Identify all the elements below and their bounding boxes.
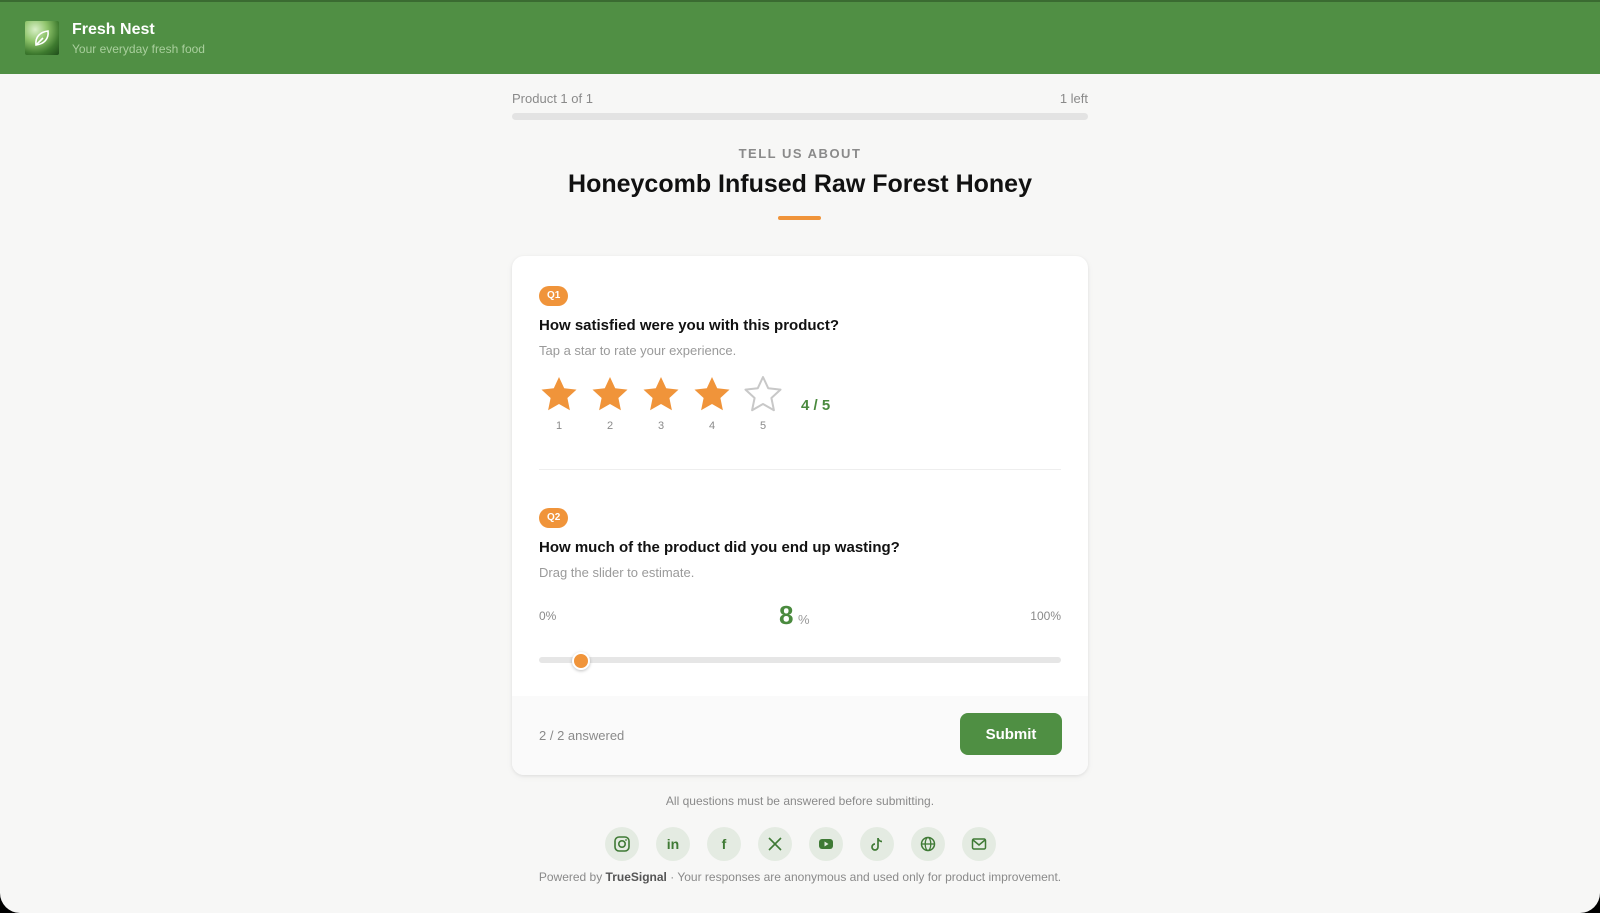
survey-card: Q1 How satisfied were you with this prod…: [512, 256, 1088, 775]
brand-tagline: Your everyday fresh food: [72, 42, 205, 56]
question-badge-q1: Q1: [539, 286, 569, 306]
tiktok-icon[interactable]: [860, 827, 894, 861]
question-hint-q2: Drag the slider to estimate.: [539, 565, 695, 580]
divider: [539, 469, 1061, 470]
top-bar: Fresh Nest Your everyday fresh food: [0, 0, 1600, 74]
star-2-icon[interactable]: [590, 375, 630, 415]
mail-icon[interactable]: [962, 827, 996, 861]
brand-name: Fresh Nest: [72, 21, 155, 38]
waste-slider-thumb[interactable]: [571, 652, 590, 670]
star-4-icon[interactable]: [692, 375, 732, 415]
rating-readout: 4 / 5: [801, 397, 831, 414]
leaf-logo-icon: [25, 21, 59, 55]
powered-brand: TrueSignal: [605, 870, 667, 884]
star-1-label: 1: [555, 420, 563, 432]
powered-by-line: Powered by TrueSignal · Your responses a…: [312, 870, 1288, 884]
x-icon[interactable]: [758, 827, 792, 861]
star-3-label: 3: [657, 420, 665, 432]
question-hint-q1: Tap a star to rate your experience.: [539, 343, 737, 358]
answered-count: 2 / 2 answered: [539, 728, 625, 743]
app-window: Fresh Nest Your everyday fresh food Prod…: [0, 0, 1600, 913]
star-2-label: 2: [606, 420, 614, 432]
title-underline: [778, 216, 821, 220]
question-text-q1: How satisfied were you with this product…: [539, 317, 840, 334]
slider-unit: %: [798, 612, 810, 627]
star-1-icon[interactable]: [539, 375, 579, 415]
instagram-icon[interactable]: [605, 827, 639, 861]
question-badge-q2: Q2: [539, 508, 569, 528]
powered-prefix: Powered by: [538, 870, 606, 884]
star-5-icon[interactable]: [743, 375, 783, 415]
globe-icon[interactable]: [911, 827, 945, 861]
star-3-icon[interactable]: [641, 375, 681, 415]
progress-count: Product 1 of 1: [512, 91, 593, 106]
section-kicker: TELL US ABOUT: [738, 146, 862, 161]
question-text-q2: How much of the product did you end up w…: [539, 539, 900, 556]
linkedin-icon[interactable]: in: [656, 827, 690, 861]
youtube-icon[interactable]: [809, 827, 843, 861]
required-note: All questions must be answered before su…: [665, 794, 935, 808]
progress-bar: [512, 113, 1088, 120]
card-footer: 2 / 2 answered Submit: [512, 696, 1088, 775]
star-5-label: 5: [759, 420, 767, 432]
progress-remaining: 1 left: [1059, 91, 1088, 106]
product-title: Honeycomb Infused Raw Forest Honey: [568, 170, 1032, 198]
facebook-icon[interactable]: f: [707, 827, 741, 861]
slider-min-label: 0%: [539, 609, 557, 623]
submit-button[interactable]: Submit: [960, 713, 1062, 755]
waste-slider-track[interactable]: [539, 657, 1061, 663]
slider-max-label: 100%: [1030, 609, 1061, 623]
star-4-label: 4: [708, 420, 716, 432]
powered-suffix: · Your responses are anonymous and used …: [666, 870, 1062, 884]
slider-value: 8: [779, 600, 794, 630]
